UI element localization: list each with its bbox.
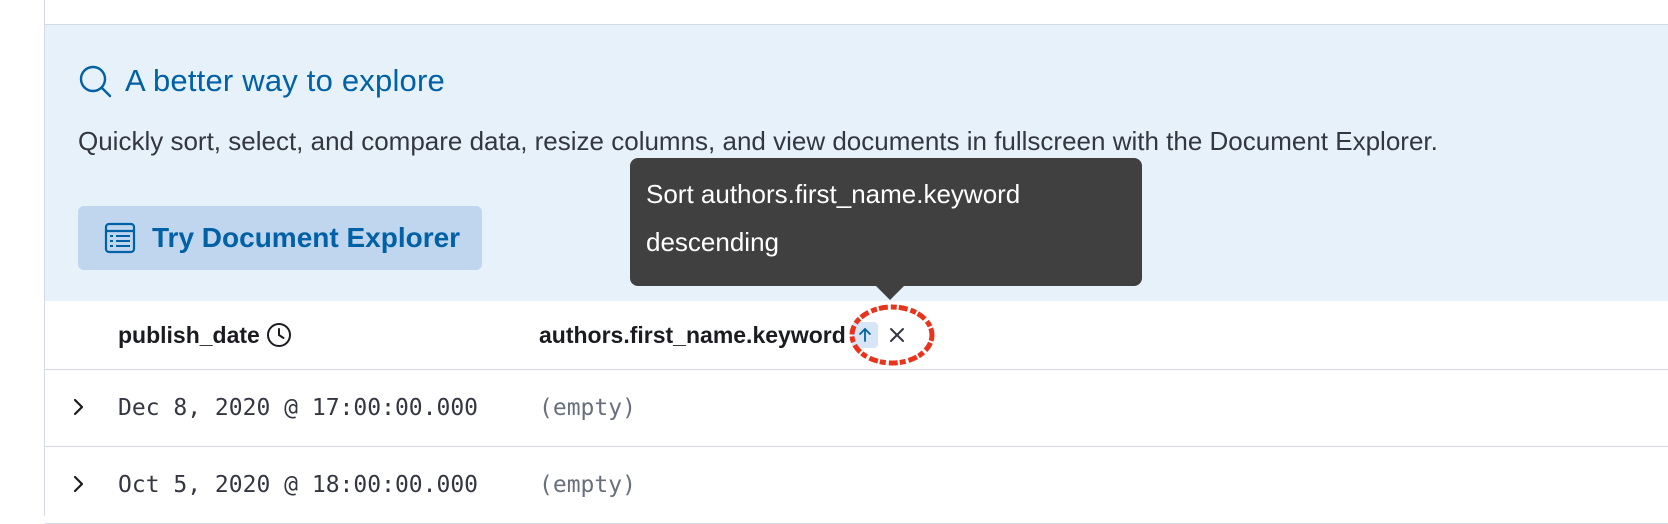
chevron-right-icon <box>73 398 84 416</box>
column-header-authors-first-name[interactable]: authors.first_name.keyword <box>539 301 910 369</box>
table-row: Oct 5, 2020 @ 18:00:00.000 (empty) <box>45 447 1668 524</box>
table-header: publish_date authors.first_name.keyword <box>45 301 1668 370</box>
table-row: Dec 8, 2020 @ 17:00:00.000 (empty) <box>45 370 1668 447</box>
clock-icon <box>266 322 292 348</box>
remove-column-button[interactable] <box>884 322 910 348</box>
left-gutter <box>0 0 45 516</box>
expand-row-button[interactable] <box>63 392 93 422</box>
search-icon <box>77 63 113 99</box>
cell-publish-date: Oct 5, 2020 @ 18:00:00.000 <box>118 472 479 498</box>
table-icon <box>102 220 138 256</box>
column-header-label: authors.first_name.keyword <box>539 321 846 348</box>
close-icon <box>889 328 904 342</box>
callout-description: Quickly sort, select, and compare data, … <box>78 126 1438 156</box>
cell-authors-first-name: (empty) <box>539 472 636 498</box>
cell-authors-first-name: (empty) <box>539 395 636 421</box>
cell-publish-date: Dec 8, 2020 @ 17:00:00.000 <box>118 395 479 421</box>
column-header-publish-date[interactable]: publish_date <box>118 301 292 369</box>
tooltip-line: descending <box>646 227 779 257</box>
try-document-explorer-label: Try Document Explorer <box>152 222 461 253</box>
callout-title: A better way to explore <box>77 61 445 101</box>
callout-title-text: A better way to explore <box>125 63 445 98</box>
sort-ascending-icon <box>858 328 871 342</box>
sort-column-button[interactable] <box>851 322 878 348</box>
tooltip-arrow <box>876 286 904 300</box>
chevron-right-icon <box>73 475 84 493</box>
expand-row-button[interactable] <box>63 469 93 499</box>
sort-tooltip: Sort authors.first_name.keyword descendi… <box>630 158 1142 300</box>
top-strip <box>45 0 1668 25</box>
try-document-explorer-button[interactable]: Try Document Explorer <box>78 206 482 270</box>
tooltip-line: Sort authors.first_name.keyword <box>646 179 1021 209</box>
column-header-label: publish_date <box>118 321 260 348</box>
